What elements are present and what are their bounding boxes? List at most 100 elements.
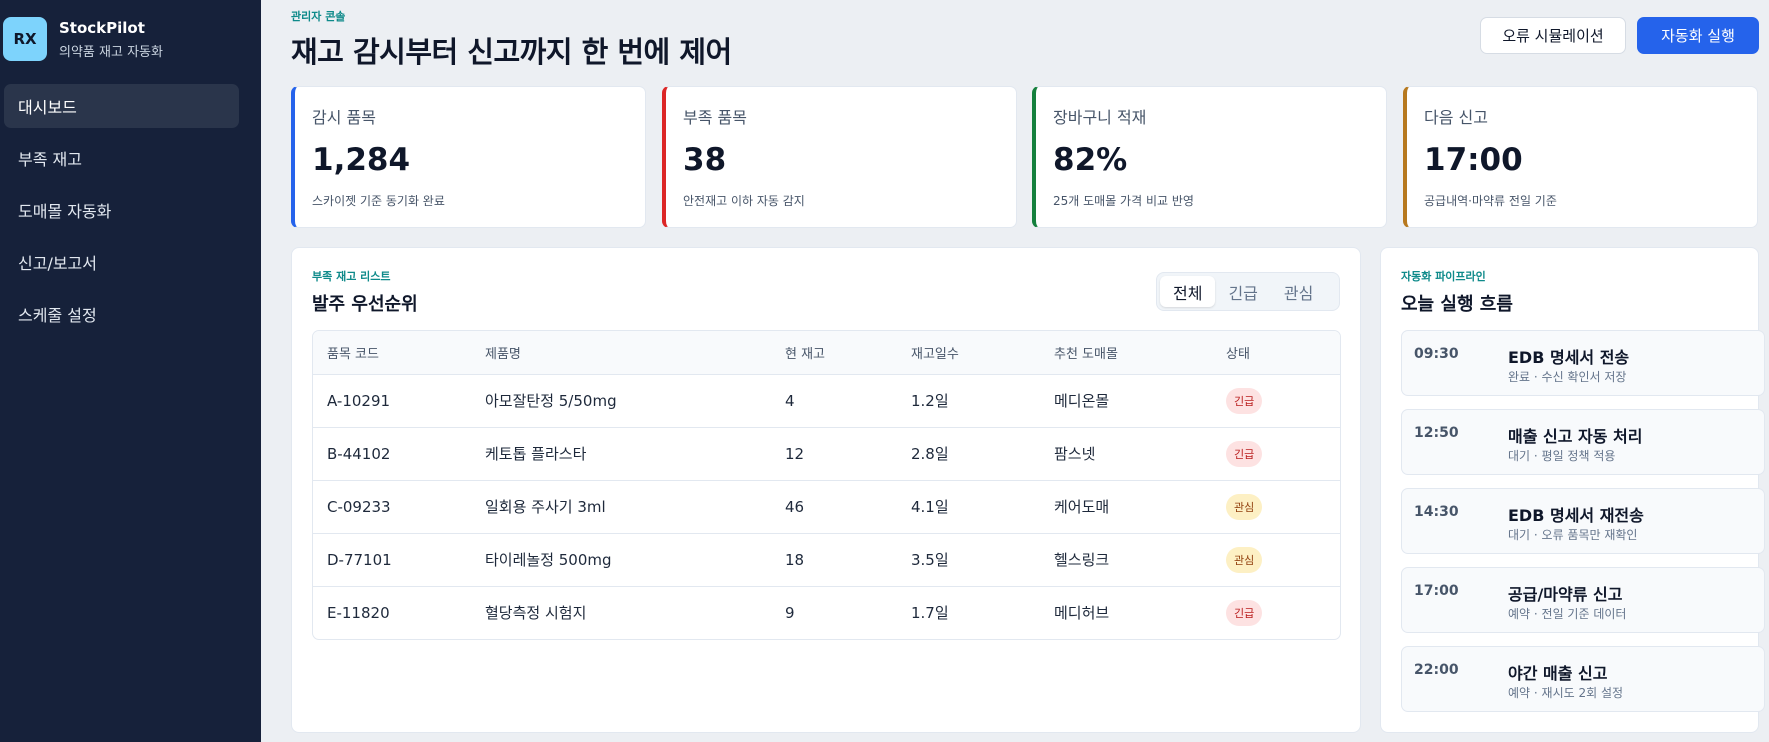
kpi-note: 안전재고 이하 자동 감지 bbox=[683, 194, 805, 208]
status-badge: 관심 bbox=[1226, 546, 1263, 573]
step-desc: 완료 · 수신 확인서 저장 bbox=[1508, 370, 1627, 384]
app-logo: RX bbox=[3, 17, 47, 61]
page-header: 관리자 콘솔 재고 감시부터 신고까지 한 번에 제어 bbox=[291, 8, 732, 71]
sidebar-item-wholesale-automation[interactable]: 도매몰 자동화 bbox=[4, 188, 239, 232]
table-row[interactable]: A-10291 아모잘탄정 5/50mg 4 1.2일 메디온몰 긴급 bbox=[313, 374, 1340, 428]
pipeline-step[interactable]: 14:30 EDB 명세서 재전송 대기 · 오류 품목만 재확인 bbox=[1401, 488, 1765, 554]
kpi-card-next-report: 다음 신고 17:00 공급내역·마약류 전일 기준 bbox=[1403, 86, 1758, 228]
cell-stock: 9 bbox=[785, 603, 795, 622]
column-header[interactable]: 제품명 bbox=[471, 331, 771, 375]
step-title: EDB 명세서 재전송 bbox=[1508, 506, 1644, 525]
kpi-card-cart: 장바구니 적재 82% 25개 도매몰 가격 비교 반영 bbox=[1032, 86, 1387, 228]
cell-days: 1.2일 bbox=[897, 374, 1040, 428]
step-desc: 대기 · 평일 정책 적용 bbox=[1508, 449, 1616, 463]
kpi-label: 감시 품목 bbox=[312, 108, 376, 127]
status-badge: 관심 bbox=[1226, 493, 1263, 520]
cell-product: 타이레놀정 500mg bbox=[471, 533, 771, 587]
table-row[interactable]: E-11820 혈당측정 시험지 9 1.7일 메디허브 긴급 bbox=[313, 586, 1340, 639]
kpi-value: 38 bbox=[683, 142, 727, 178]
table-header-row: 품목 코드 제품명 현 재고 재고일수 추천 도매몰 상태 bbox=[313, 331, 1340, 375]
panel-eyebrow: 자동화 파이프라인 bbox=[1401, 270, 1486, 283]
sidebar-item-dashboard[interactable]: 대시보드 bbox=[4, 84, 239, 128]
step-time: 09:30 bbox=[1414, 346, 1459, 362]
shortage-table: 품목 코드 제품명 현 재고 재고일수 추천 도매몰 상태 A-10291 아모… bbox=[312, 330, 1341, 640]
status-filter-tabs: 전체 긴급 관심 bbox=[1156, 272, 1340, 311]
app-name: StockPilot bbox=[59, 18, 145, 37]
app-subtitle: 의약품 재고 자동화 bbox=[59, 44, 163, 60]
status-badge: 긴급 bbox=[1226, 387, 1263, 414]
kpi-label: 장바구니 적재 bbox=[1053, 108, 1147, 127]
cell-stock: 46 bbox=[771, 480, 897, 534]
cell-vendor: 헬스링크 bbox=[1040, 533, 1212, 587]
cell-stock: 18 bbox=[771, 533, 897, 587]
cell-product: 혈당측정 시험지 bbox=[485, 604, 587, 623]
pipeline-steps: 09:30 EDB 명세서 전송 완료 · 수신 확인서 저장 12:50 매출… bbox=[1401, 330, 1765, 725]
sidebar-nav: 대시보드 부족 재고 도매몰 자동화 신고/보고서 스케줄 설정 bbox=[0, 84, 261, 336]
page-eyebrow: 관리자 콘솔 bbox=[291, 10, 346, 23]
column-header[interactable]: 상태 bbox=[1212, 331, 1340, 375]
cell-code: C-09233 bbox=[313, 480, 471, 534]
cell-vendor: 메디허브 bbox=[1054, 604, 1110, 623]
column-header[interactable]: 재고일수 bbox=[897, 331, 1040, 375]
kpi-label: 부족 품목 bbox=[683, 108, 747, 127]
table-row[interactable]: B-44102 케토톱 플라스타 12 2.8일 팜스넷 긴급 bbox=[313, 427, 1340, 481]
cell-vendor: 케어도매 bbox=[1040, 480, 1212, 534]
column-header[interactable]: 추천 도매몰 bbox=[1040, 331, 1212, 375]
cell-stock: 12 bbox=[771, 427, 897, 481]
cell-code: A-10291 bbox=[313, 374, 471, 428]
simulate-error-button[interactable]: 오류 시뮬레이션 bbox=[1480, 17, 1626, 54]
kpi-value: 1,284 bbox=[312, 142, 411, 178]
cell-days: 1.7일 bbox=[911, 604, 949, 623]
run-automation-button[interactable]: 자동화 실행 bbox=[1637, 17, 1759, 54]
cell-stock: 4 bbox=[771, 374, 897, 428]
tab-urgent[interactable]: 긴급 bbox=[1215, 276, 1270, 307]
cell-product: 일회용 주사기 3ml bbox=[471, 480, 771, 534]
page-title: 재고 감시부터 신고까지 한 번에 제어 bbox=[291, 35, 732, 69]
cell-vendor: 메디온몰 bbox=[1040, 374, 1212, 428]
kpi-card-shortage: 부족 품목 38 안전재고 이하 자동 감지 bbox=[662, 86, 1017, 228]
sidebar-item-shortage[interactable]: 부족 재고 bbox=[4, 136, 239, 180]
panel-title: 오늘 실행 흐름 bbox=[1401, 294, 1513, 315]
kpi-note: 스카이젯 기준 동기화 완료 bbox=[312, 194, 445, 208]
sidebar-item-reports[interactable]: 신고/보고서 bbox=[4, 240, 239, 284]
sidebar-item-schedule[interactable]: 스케줄 설정 bbox=[4, 292, 239, 336]
step-time: 14:30 bbox=[1414, 504, 1459, 520]
table-row[interactable]: C-09233 일회용 주사기 3ml 46 4.1일 케어도매 관심 bbox=[313, 480, 1340, 534]
pipeline-step[interactable]: 12:50 매출 신고 자동 처리 대기 · 평일 정책 적용 bbox=[1401, 409, 1765, 475]
cell-days: 2.8일 bbox=[897, 427, 1040, 481]
step-desc: 대기 · 오류 품목만 재확인 bbox=[1508, 528, 1638, 542]
pipeline-step[interactable]: 22:00 야간 매출 신고 예약 · 재시도 2회 설정 bbox=[1401, 646, 1765, 712]
step-time: 17:00 bbox=[1414, 583, 1459, 599]
status-badge: 긴급 bbox=[1226, 599, 1263, 626]
cell-days: 4.1일 bbox=[897, 480, 1040, 534]
step-time: 22:00 bbox=[1414, 662, 1459, 678]
step-title: 야간 매출 신고 bbox=[1508, 664, 1608, 683]
tab-all[interactable]: 전체 bbox=[1160, 276, 1216, 307]
column-header[interactable]: 현 재고 bbox=[771, 331, 897, 375]
pipeline-step[interactable]: 17:00 공급/마약류 신고 예약 · 전일 기준 데이터 bbox=[1401, 567, 1765, 633]
column-header[interactable]: 품목 코드 bbox=[313, 331, 471, 375]
status-badge: 긴급 bbox=[1226, 440, 1263, 467]
table-row[interactable]: D-77101 타이레놀정 500mg 18 3.5일 헬스링크 관심 bbox=[313, 533, 1340, 587]
step-time: 12:50 bbox=[1414, 425, 1459, 441]
kpi-card-monitored: 감시 품목 1,284 스카이젯 기준 동기화 완료 bbox=[291, 86, 646, 228]
kpi-label: 다음 신고 bbox=[1424, 108, 1488, 127]
kpi-note: 25개 도매몰 가격 비교 반영 bbox=[1053, 194, 1194, 208]
step-desc: 예약 · 전일 기준 데이터 bbox=[1508, 607, 1627, 621]
tab-watch[interactable]: 관심 bbox=[1271, 276, 1326, 307]
cell-code: B-44102 bbox=[313, 427, 471, 481]
shortage-panel: 부족 재고 리스트 발주 우선순위 전체 긴급 관심 품목 코드 제품명 현 재… bbox=[291, 247, 1361, 733]
step-desc: 예약 · 재시도 2회 설정 bbox=[1508, 686, 1624, 700]
sidebar: RX StockPilot 의약품 재고 자동화 대시보드 부족 재고 도매몰 … bbox=[0, 0, 261, 742]
pipeline-step[interactable]: 09:30 EDB 명세서 전송 완료 · 수신 확인서 저장 bbox=[1401, 330, 1765, 396]
pipeline-panel: 자동화 파이프라인 오늘 실행 흐름 09:30 EDB 명세서 전송 완료 ·… bbox=[1380, 247, 1765, 733]
step-title: EDB 명세서 전송 bbox=[1508, 348, 1630, 367]
kpi-value: 17:00 bbox=[1424, 142, 1523, 178]
kpi-value: 82% bbox=[1053, 142, 1128, 178]
cell-product: 케토톱 플라스타 bbox=[471, 427, 771, 481]
cell-code: D-77101 bbox=[313, 533, 471, 587]
cell-days: 3.5일 bbox=[897, 533, 1040, 587]
brand: RX StockPilot 의약품 재고 자동화 bbox=[0, 0, 261, 68]
cell-code: E-11820 bbox=[327, 603, 390, 622]
step-title: 매출 신고 자동 처리 bbox=[1508, 427, 1643, 446]
